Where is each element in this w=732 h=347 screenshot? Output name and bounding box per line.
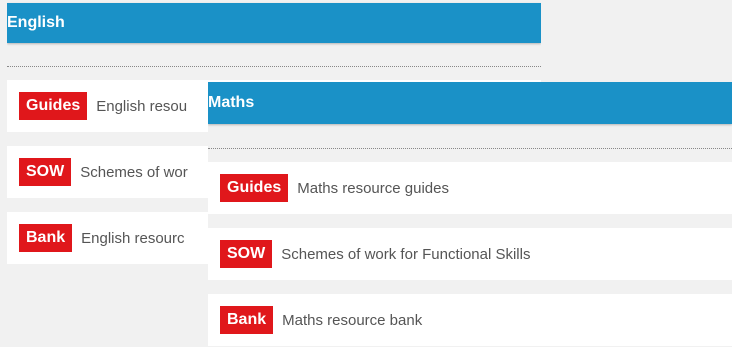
english-divider: [7, 66, 541, 67]
sow-badge: SOW: [19, 158, 72, 186]
english-bank-label: English resourc: [81, 229, 185, 247]
maths-bank-label: Maths resource bank: [282, 311, 423, 329]
english-sow-label: Schemes of wor: [80, 163, 188, 181]
maths-header: Maths: [208, 82, 732, 124]
maths-panel: Maths Guides Maths resource guides SOW S…: [208, 82, 732, 347]
maths-guides-label: Maths resource guides: [297, 179, 449, 197]
english-guides-label: English resou: [96, 97, 188, 115]
maths-sow-link[interactable]: SOW Schemes of work for Functional Skill…: [208, 228, 732, 280]
guides-badge: Guides: [220, 174, 289, 202]
maths-resource-list: Guides Maths resource guides SOW Schemes…: [208, 162, 732, 346]
maths-divider: [208, 148, 732, 149]
english-header: English: [7, 3, 541, 43]
guides-badge: Guides: [19, 92, 88, 120]
maths-guides-link[interactable]: Guides Maths resource guides: [208, 162, 732, 214]
maths-bank-link[interactable]: Bank Maths resource bank: [208, 294, 732, 346]
maths-sow-label: Schemes of work for Functional Skills: [281, 245, 531, 263]
bank-badge: Bank: [19, 224, 73, 252]
bank-badge: Bank: [220, 306, 274, 334]
sow-badge: SOW: [220, 240, 273, 268]
